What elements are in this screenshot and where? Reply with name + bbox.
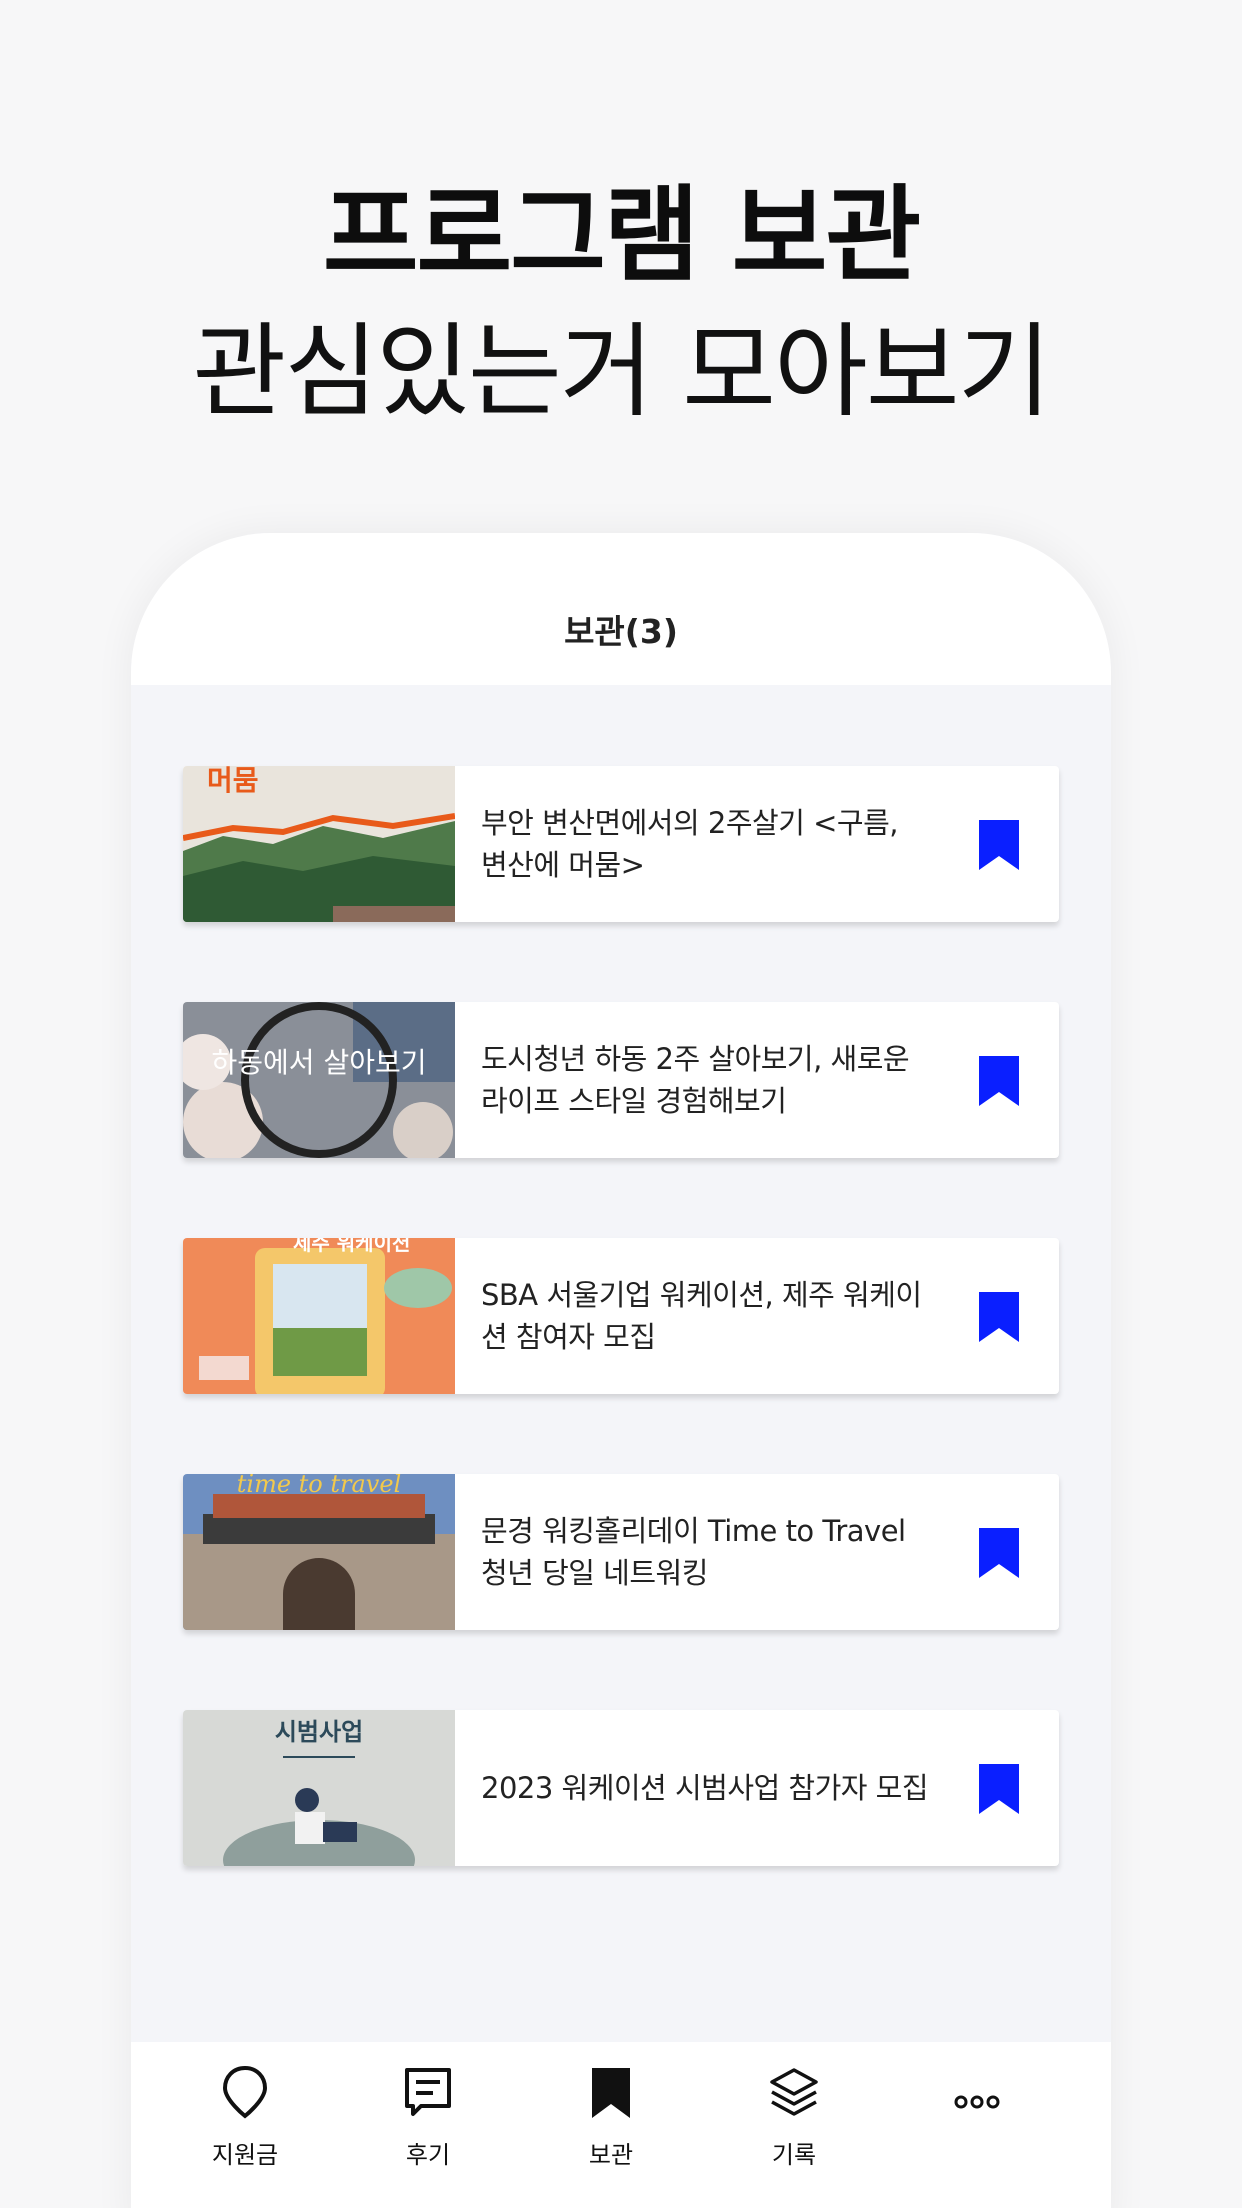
tab-label: 지원금: [211, 2141, 279, 2169]
saved-program-card[interactable]: 시범사업 2023 워케이션 시범사업 참가자 모집: [183, 1710, 1059, 1866]
thumbnail-title-text: 머뭄: [207, 766, 259, 797]
layers-icon: [770, 2068, 818, 2116]
thumbnail-title-text: 하동에서 살아보기: [212, 1046, 427, 1079]
saved-program-card[interactable]: 하동에서 살아보기 도시청년 하동 2주 살아보기, 새로운 라이프 스타일 경…: [183, 1002, 1059, 1158]
saved-program-card[interactable]: time to travel 문경 워킹홀리데이 Time to Travel …: [183, 1474, 1059, 1630]
program-thumbnail: time to travel: [183, 1474, 455, 1630]
program-thumbnail: 하동에서 살아보기: [183, 1002, 455, 1158]
promo-subline: 관심있는거 모아보기: [192, 313, 1052, 432]
more-icon: [954, 2095, 1000, 2109]
thumbnail-title-text: time to travel: [237, 1474, 402, 1498]
phone-screen: 보관(3) 머뭄 부안 변산면에서의 2주살기 <구름, 변산에 머뭄> 하동에…: [131, 533, 1111, 2208]
bookmark-filled-icon[interactable]: [979, 1528, 1019, 1578]
review-icon: [405, 2068, 451, 2116]
saved-program-card[interactable]: 제주 워케이션 SBA 서울기업 워케이션, 제주 워케이션 참여자 모집: [183, 1238, 1059, 1394]
program-thumbnail: 시범사업: [183, 1710, 455, 1866]
tab-subsidy[interactable]: 지원금: [175, 2042, 315, 2208]
bookmark-filled-icon[interactable]: [979, 1292, 1019, 1342]
program-title: 문경 워킹홀리데이 Time to Travel 청년 당일 네트워킹: [481, 1514, 906, 1590]
program-title: 2023 워케이션 시범사업 참가자 모집: [481, 1771, 929, 1805]
program-thumbnail: 제주 워케이션: [183, 1238, 455, 1394]
tab-more[interactable]: [907, 2042, 1047, 2208]
thumbnail-title-text: 시범사업: [275, 1718, 363, 1746]
promo-headline: 프로그램 보관: [322, 174, 921, 296]
program-title: 도시청년 하동 2주 살아보기, 새로운 라이프 스타일 경험해보기: [481, 1042, 910, 1118]
tab-label: 후기: [405, 2141, 451, 2169]
tab-review[interactable]: 후기: [358, 2042, 498, 2208]
tab-records[interactable]: 기록: [724, 2042, 864, 2208]
bookmark-filled-icon[interactable]: [979, 1764, 1019, 1814]
screen-header: 보관(3): [131, 533, 1111, 685]
program-thumbnail: 머뭄: [183, 766, 455, 922]
bookmark-filled-icon[interactable]: [979, 820, 1019, 870]
map-pin-icon: [222, 2065, 268, 2119]
program-title: 부안 변산면에서의 2주살기 <구름, 변산에 머뭄>: [481, 806, 898, 882]
screen-title: 보관(3): [564, 612, 678, 651]
program-title: SBA 서울기업 워케이션, 제주 워케이션 참여자 모집: [481, 1278, 922, 1354]
tab-saved[interactable]: 보관: [541, 2042, 681, 2208]
tab-label: 기록: [771, 2141, 817, 2169]
bookmark-filled-icon[interactable]: [979, 1056, 1019, 1106]
bookmark-icon: [592, 2068, 630, 2118]
bottom-tab-bar: 지원금 후기 보관 기록: [131, 2042, 1111, 2208]
thumbnail-title-text: 제주 워케이션: [293, 1238, 410, 1255]
saved-program-card[interactable]: 머뭄 부안 변산면에서의 2주살기 <구름, 변산에 머뭄>: [183, 766, 1059, 922]
tab-label: 보관: [588, 2141, 634, 2169]
